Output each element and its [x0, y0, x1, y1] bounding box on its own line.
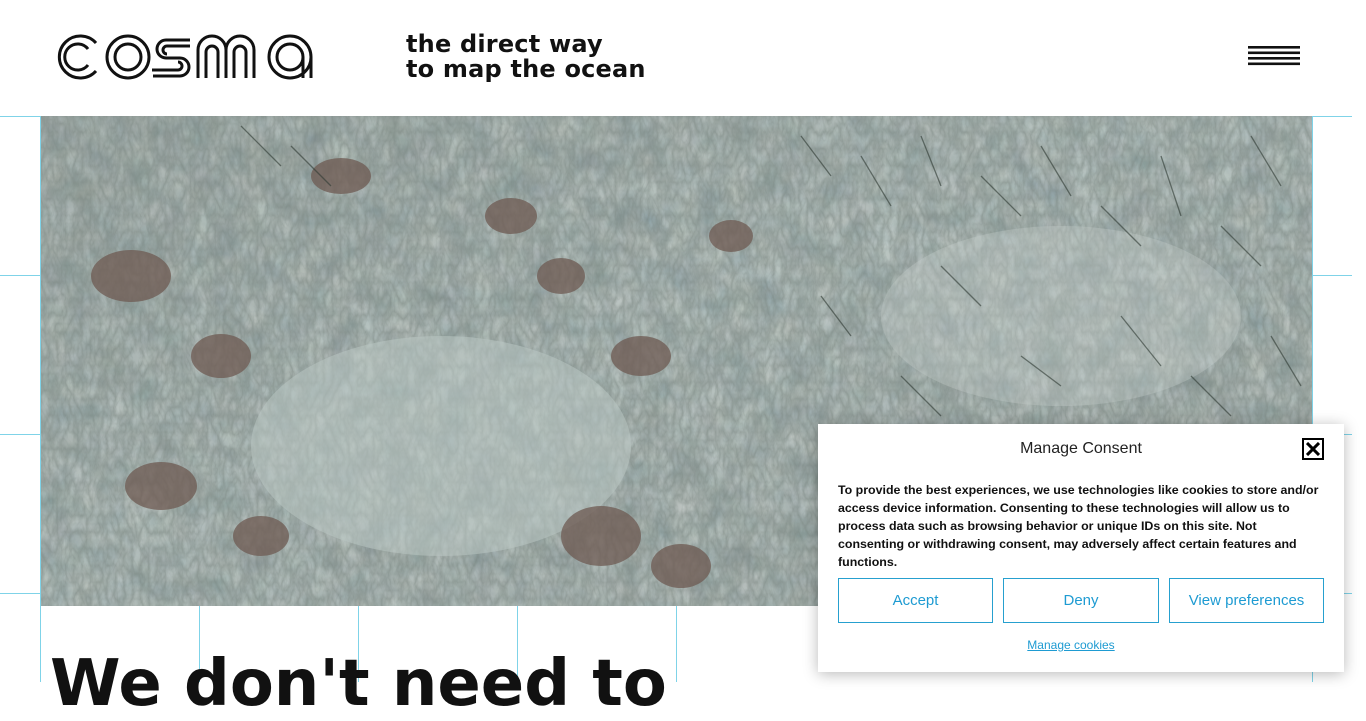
tagline: the direct way to map the ocean: [406, 32, 646, 82]
menu-button[interactable]: [1246, 44, 1302, 70]
deny-button[interactable]: Deny: [1003, 578, 1159, 623]
cosma-logo[interactable]: [50, 30, 324, 84]
tagline-line-1: the direct way: [406, 30, 603, 58]
manage-cookies-link[interactable]: Manage cookies: [818, 638, 1324, 652]
close-icon: [1306, 442, 1320, 456]
consent-description: To provide the best experiences, we use …: [838, 483, 1319, 569]
tagline-line-2: to map the ocean: [406, 55, 646, 83]
main-heading: We don't need to: [50, 647, 667, 721]
cosma-logo-icon: [57, 34, 313, 80]
accept-button[interactable]: Accept: [838, 578, 993, 623]
close-button[interactable]: [1302, 438, 1324, 460]
consent-dialog: Manage Consent To provide the best exper…: [818, 424, 1344, 672]
consent-title: Manage Consent: [1020, 440, 1142, 457]
site-header: the direct way to map the ocean: [0, 0, 1366, 116]
hamburger-menu-icon: [1248, 46, 1300, 66]
grid-line: [676, 606, 677, 682]
view-preferences-button[interactable]: View preferences: [1169, 578, 1324, 623]
